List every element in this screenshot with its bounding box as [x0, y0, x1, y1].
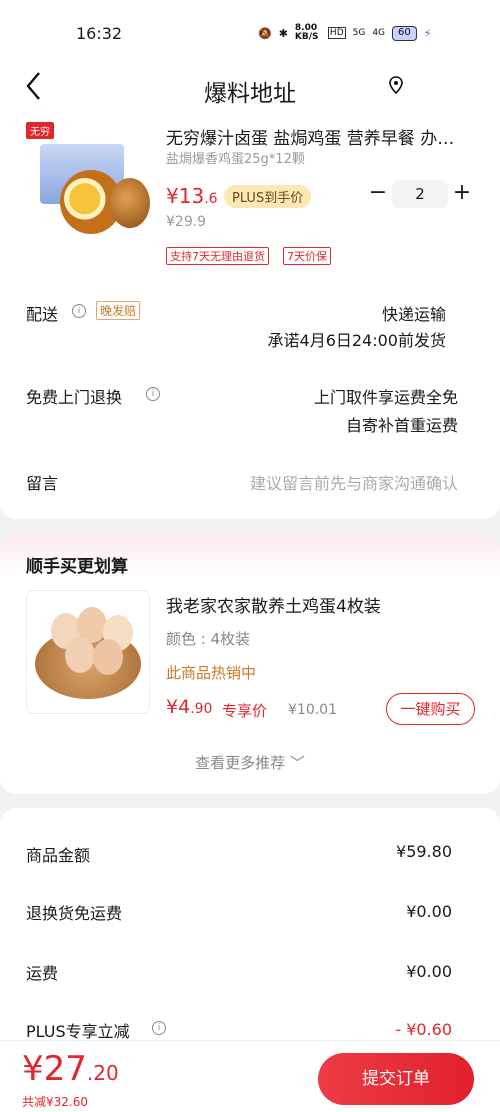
increase-button[interactable]: + — [448, 180, 476, 208]
return-line2: 自寄补首重运费 — [345, 416, 458, 435]
status-icons: 🔕 ✱ 8.00 KB/S HD 5G 4G 60 ⚡ — [258, 24, 432, 42]
product-name[interactable]: 无穷爆汁卤蛋 盐焗鸡蛋 营养早餐 办… — [166, 124, 466, 149]
original-price: ¥29.9 — [166, 214, 207, 230]
price-summary: 商品金额 ¥59.80 退换货免运费 ¥0.00 运费 ¥0.00 PLUS专享… — [0, 808, 500, 1058]
brand-logo: 无穷 — [26, 122, 54, 139]
late-compensation-badge: 晚发赔 — [96, 301, 141, 320]
return-tag: 支持7天无理由退货 — [166, 247, 269, 265]
quantity-stepper: − 2 + — [364, 180, 476, 208]
checkout-bar: ¥27.20 共减¥32.60 提交订单 — [0, 1040, 500, 1112]
addon-name[interactable]: 我老家农家散养土鸡蛋4枚装 — [166, 592, 381, 617]
charging-icon: ⚡ — [423, 26, 432, 40]
addon-header: 顺手买更划算 — [0, 534, 500, 578]
message-label: 留言 — [26, 474, 59, 493]
page-title: 爆料地址 — [204, 81, 296, 107]
decrease-button[interactable]: − — [364, 180, 392, 208]
summary-value-shipping: ¥0.00 — [406, 962, 452, 981]
message-input[interactable]: 建议留言前先与商家沟通确认 — [250, 470, 458, 494]
addon-card: 顺手买更划算 我老家农家散养土鸡蛋4枚装 颜色 : 4枚装 此商品热销中 ¥4.… — [0, 534, 500, 794]
return-info-icon[interactable]: i — [146, 387, 160, 401]
summary-value-plus: - ¥0.60 — [395, 1020, 452, 1039]
price-protect-tag: 7天价保 — [283, 247, 331, 265]
chevron-down-icon: ﹀ — [289, 754, 305, 772]
product-spec: 盐焗爆香鸡蛋25g*12颗 — [166, 152, 305, 167]
addon-image[interactable] — [26, 590, 150, 714]
addon-spec: 颜色 : 4枚装 — [166, 630, 251, 648]
total-price: ¥27.20 — [22, 1049, 119, 1089]
delivery-info-icon[interactable]: i — [72, 304, 86, 318]
mute-icon: 🔕 — [258, 26, 272, 40]
net-speed: 8.00 KB/S — [294, 23, 319, 42]
summary-label-shipping: 运费 — [26, 964, 59, 983]
summary-value-goods: ¥59.80 — [396, 842, 452, 861]
location-icon[interactable] — [388, 76, 404, 100]
signal-5g-icon: 5G — [352, 28, 366, 38]
delivery-method[interactable]: 快递运输 — [382, 301, 446, 325]
addon-hot-label: 此商品热销中 — [166, 664, 257, 682]
summary-value-return-free: ¥0.00 — [406, 902, 452, 921]
addon-orig-price: ¥10.01 — [288, 702, 337, 718]
submit-order-button[interactable]: 提交订单 — [318, 1053, 474, 1105]
total-saved: 共减¥32.60 — [22, 1095, 88, 1109]
product-price: ¥13.6 — [166, 184, 218, 208]
summary-label-goods: 商品金额 — [26, 846, 91, 865]
status-time: 16:32 — [76, 24, 123, 43]
header: 爆料地址 — [0, 64, 500, 114]
return-line1: 上门取件享运费全免 — [313, 388, 458, 407]
one-click-buy-button[interactable]: 一键购买 — [386, 693, 475, 725]
delivery-promise: 承诺4月6日24:00前发货 — [267, 331, 446, 350]
return-service-label: 免费上门退换 — [26, 388, 123, 407]
bluetooth-icon: ✱ — [278, 26, 288, 40]
plus-info-icon[interactable]: i — [152, 1021, 166, 1035]
signal-4g-icon: 4G — [372, 28, 386, 38]
hd-icon: HD — [327, 27, 346, 39]
delivery-label: 配送 — [26, 305, 59, 324]
plus-price-badge: PLUS到手价 — [224, 185, 312, 208]
summary-label-plus: PLUS专享立减 — [26, 1022, 130, 1041]
addon-section-title: 顺手买更划算 — [26, 557, 128, 577]
order-card: 无穷 无穷爆汁卤蛋 盐焗鸡蛋 营养早餐 办… 盐焗爆香鸡蛋25g*12颗 ¥13… — [0, 114, 500, 519]
product-image[interactable]: 无穷 — [26, 122, 154, 250]
more-recommendations-link[interactable]: 查看更多推荐 ﹀ — [0, 752, 500, 773]
status-bar: 16:32 🔕 ✱ 8.00 KB/S HD 5G 4G 60 ⚡ — [0, 0, 500, 64]
addon-price-tag: 专享价 — [222, 702, 268, 720]
addon-price: ¥4.90 — [166, 696, 213, 718]
battery-icon: 60 — [392, 25, 417, 41]
quantity-input[interactable]: 2 — [392, 180, 448, 208]
summary-label-return-free: 退换货免运费 — [26, 904, 123, 923]
